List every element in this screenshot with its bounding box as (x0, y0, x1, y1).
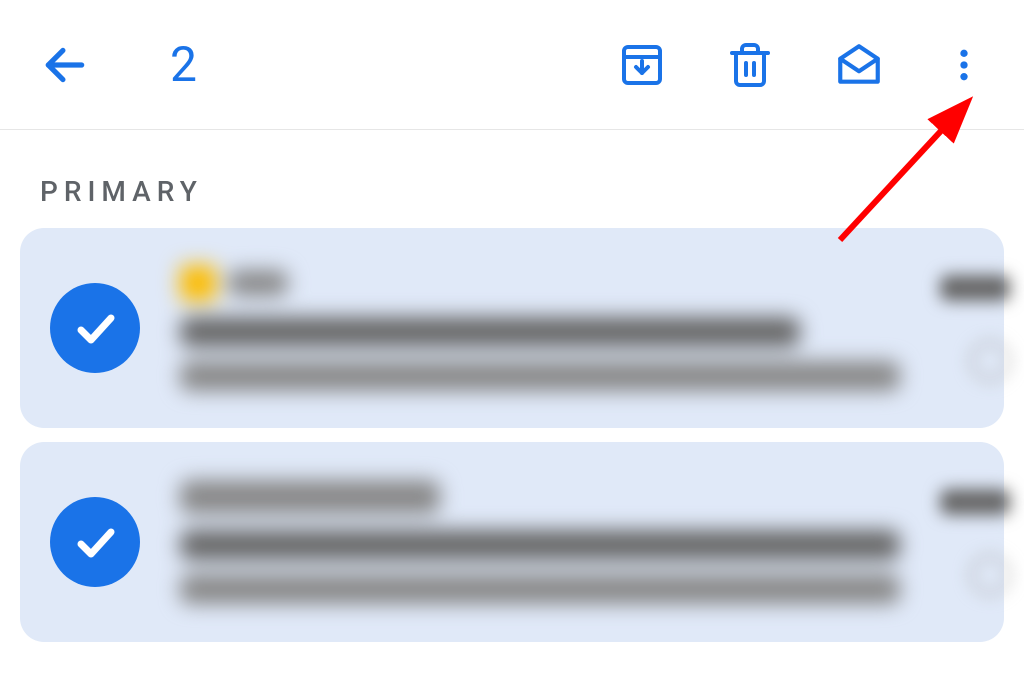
archive-button[interactable] (618, 41, 666, 89)
email-item[interactable] (20, 442, 1004, 642)
sender-name (180, 480, 440, 514)
email-sender-row (180, 480, 900, 514)
mail-open-icon (834, 40, 884, 90)
selection-indicator[interactable] (50, 497, 140, 587)
selection-indicator[interactable] (50, 283, 140, 373)
email-subject (180, 530, 900, 560)
star-button[interactable] (970, 341, 1010, 381)
back-button[interactable] (40, 40, 90, 90)
selection-count: 2 (170, 36, 197, 93)
arrow-left-icon (40, 40, 90, 90)
email-content (180, 480, 900, 604)
email-item[interactable] (20, 228, 1004, 428)
sender-badge (180, 265, 216, 301)
email-time (940, 275, 1010, 301)
check-icon (71, 518, 119, 566)
email-preview (180, 574, 900, 604)
email-list (0, 228, 1024, 642)
toolbar-left: 2 (40, 36, 197, 93)
email-meta (940, 489, 1010, 595)
more-vertical-icon (944, 41, 984, 89)
email-preview (180, 361, 900, 391)
email-sender-row (180, 265, 900, 301)
archive-icon (618, 41, 666, 89)
check-icon (71, 304, 119, 352)
mark-read-button[interactable] (834, 40, 884, 90)
delete-button[interactable] (726, 41, 774, 89)
email-meta (940, 275, 1010, 381)
sender-name (228, 270, 288, 296)
star-button[interactable] (970, 555, 1010, 595)
more-options-button[interactable] (944, 41, 984, 89)
toolbar-right (618, 40, 984, 90)
email-subject (180, 317, 800, 347)
trash-icon (726, 41, 774, 89)
email-content (180, 265, 900, 391)
email-time (940, 489, 1010, 515)
selection-toolbar: 2 (0, 0, 1024, 130)
section-label: PRIMARY (0, 130, 1024, 228)
